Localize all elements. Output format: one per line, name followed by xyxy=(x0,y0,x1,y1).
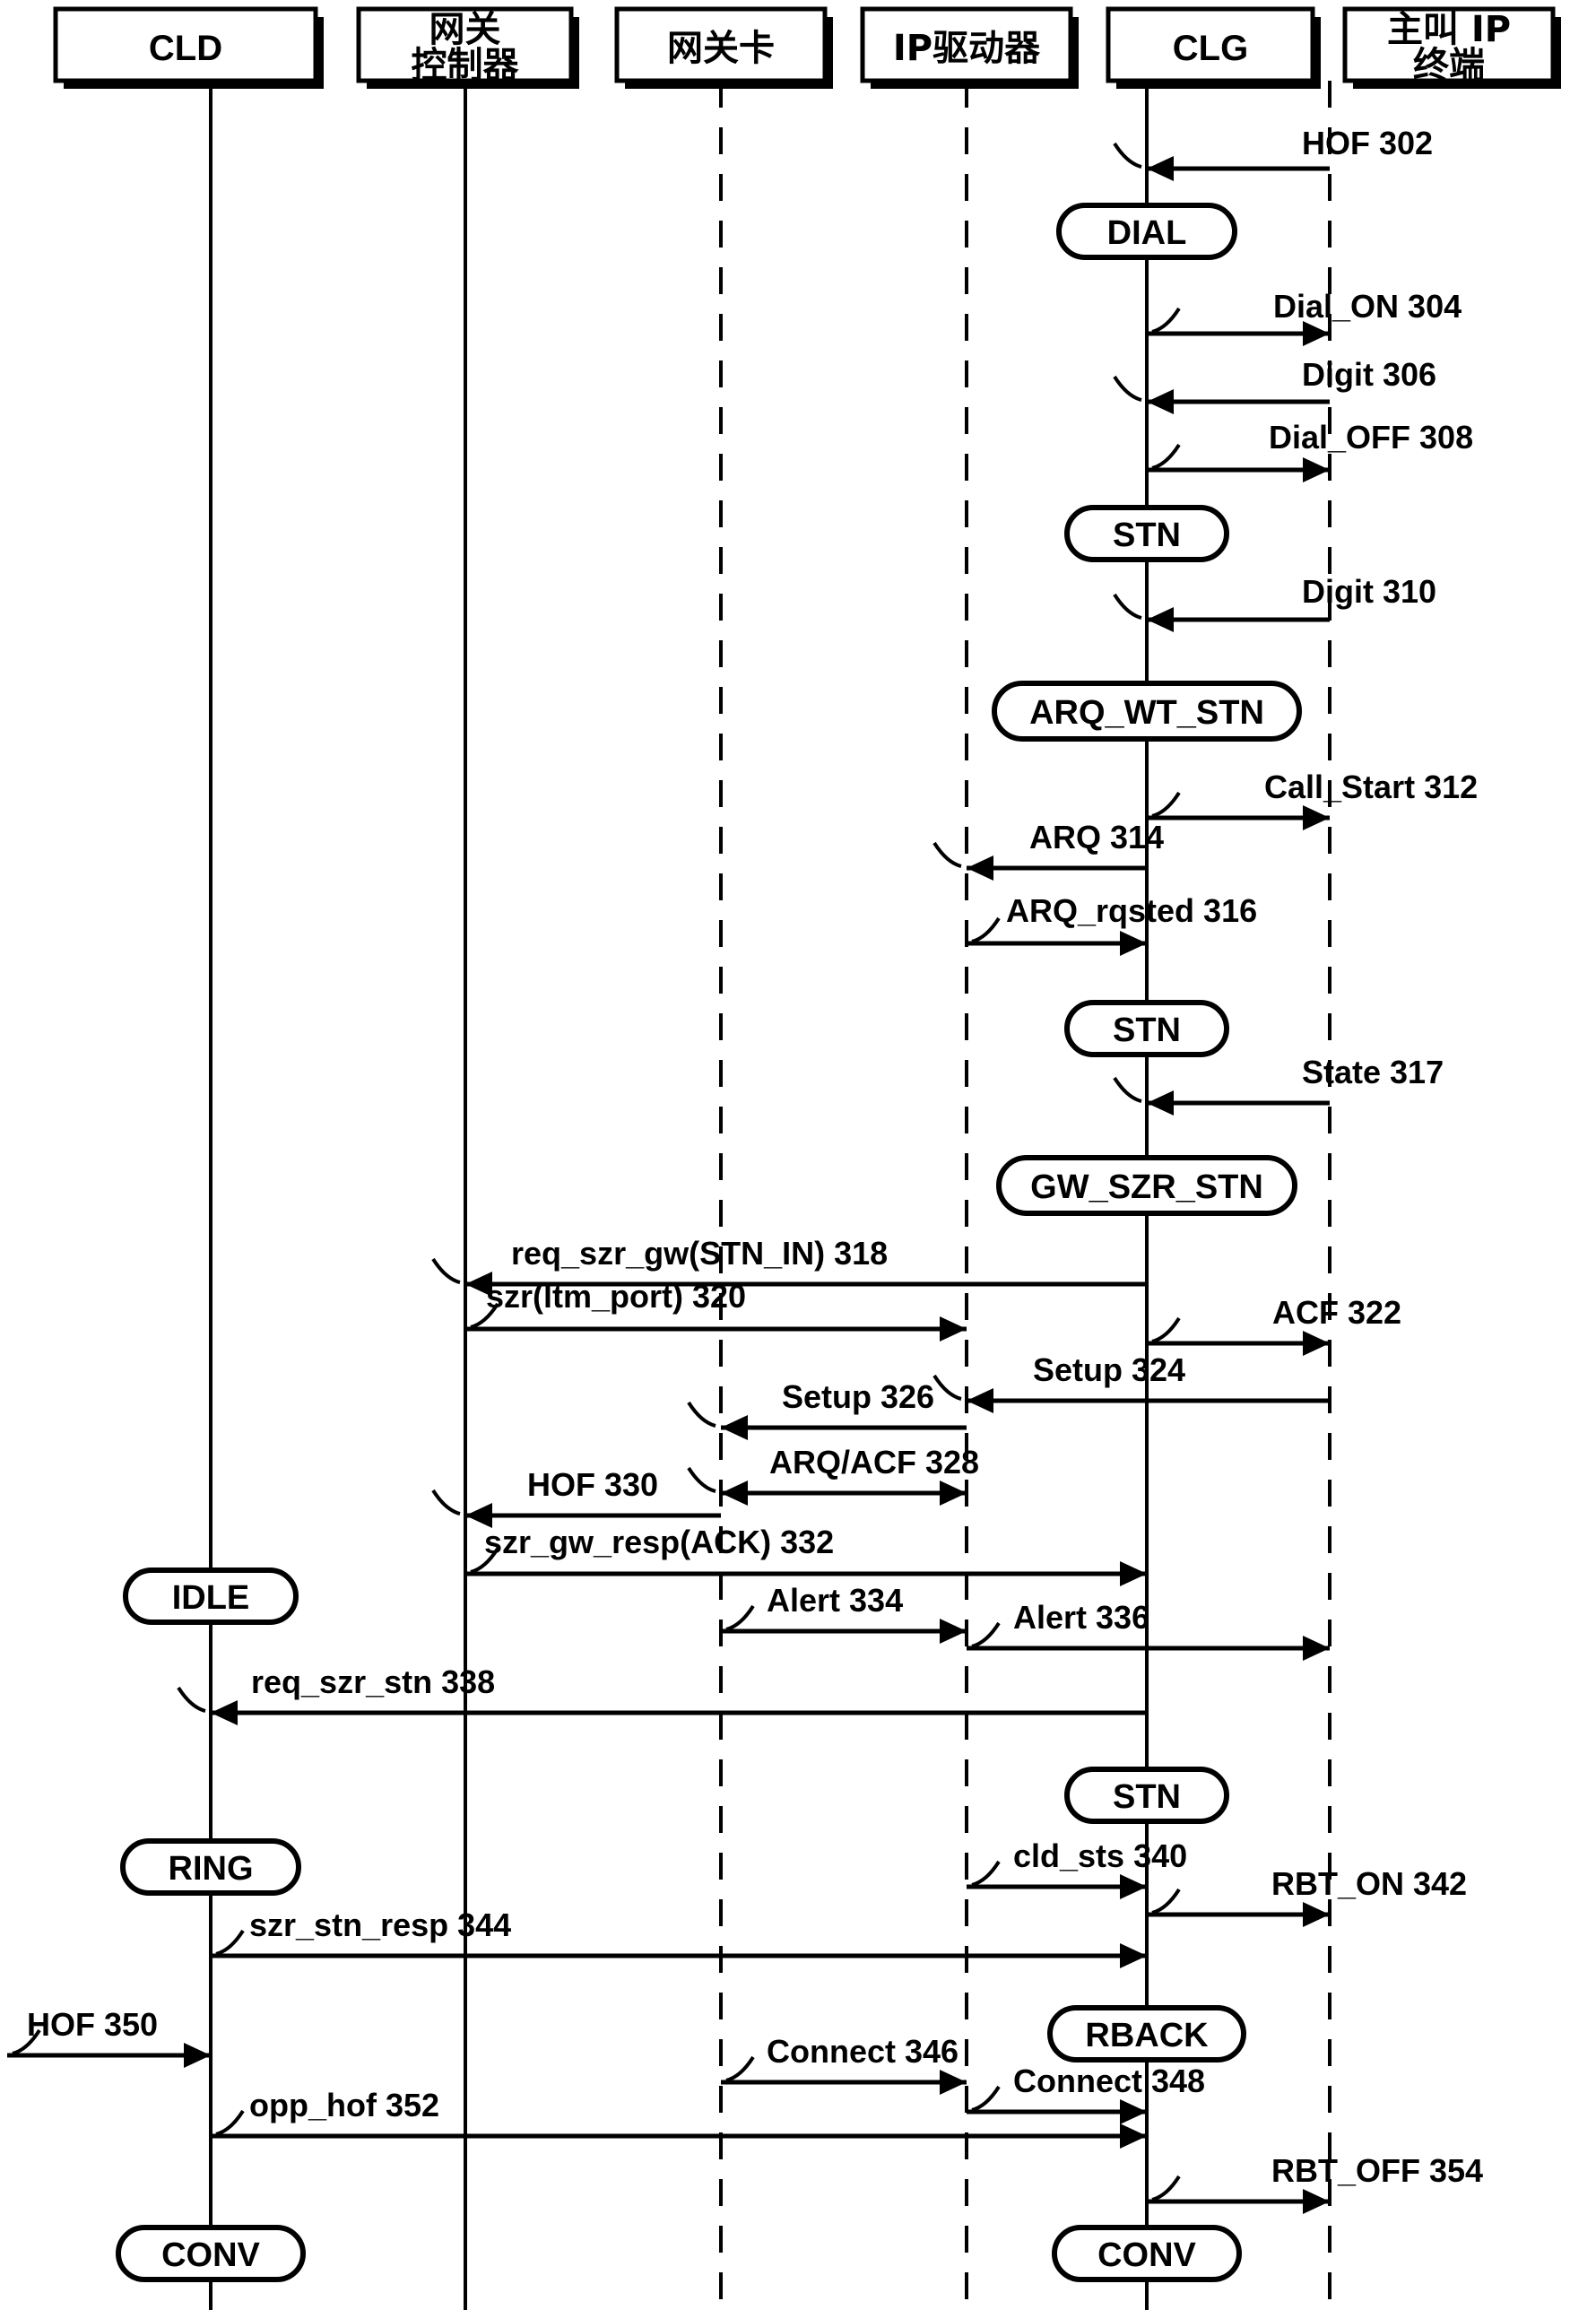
sequence-diagram-page: HOF 302 Dial_ON 304 Digit 306 Dial_OFF 308 D… xyxy=(0,0,1596,2310)
state-label-s_arqwt: ARQ_WT_STN xyxy=(1029,694,1264,732)
diagram-background xyxy=(0,0,1596,2310)
state-label-s_conv_clg: CONV xyxy=(1097,2236,1196,2274)
actor-label-cld: CLD xyxy=(149,29,222,68)
message-label-m324: Setup 324 xyxy=(1033,1351,1185,1388)
actor-header-ipterm: 主叫 IP终端 xyxy=(1342,6,1561,89)
message-label-m304: Dial_ON 304 xyxy=(1273,288,1462,325)
message-label-m302: HOF 302 xyxy=(1302,125,1433,161)
message-label-m328: ARQ/ACF 328 xyxy=(769,1444,979,1481)
state-label-s_rback: RBACK xyxy=(1085,2017,1209,2054)
state-s_dial: DIAL xyxy=(1056,203,1237,260)
message-label-m314: ARQ 314 xyxy=(1029,819,1164,855)
state-s_conv_cld: CONV xyxy=(116,2225,306,2282)
actor-label-gwcard: 网关卡 xyxy=(667,28,775,69)
message-label-m354: RBT_OFF 354 xyxy=(1271,2152,1483,2189)
message-label-m326: Setup 326 xyxy=(782,1378,934,1415)
message-label-m318: req_szr_gw(STN_IN) 318 xyxy=(511,1235,888,1272)
state-label-s_dial: DIAL xyxy=(1107,214,1187,252)
message-label-m346: Connect 346 xyxy=(767,2033,958,2070)
actor-header-clg: CLG xyxy=(1106,6,1321,89)
state-s_stn3: STN xyxy=(1064,1767,1229,1824)
sequence-diagram-canvas: HOF 302 Dial_ON 304 Digit 306 Dial_OFF 308 D… xyxy=(0,0,1596,2310)
state-label-s_idle: IDLE xyxy=(172,1579,250,1617)
actor-header-cld: CLD xyxy=(53,6,324,89)
message-label-m330: HOF 330 xyxy=(527,1466,658,1503)
actor-header-ipdrv: IP驱动器 xyxy=(860,6,1079,89)
message-label-m336: Alert 336 xyxy=(1013,1599,1149,1636)
actor-label-clg: CLG xyxy=(1173,29,1248,68)
message-label-m310: Digit 310 xyxy=(1302,573,1436,610)
message-label-m322: ACF 322 xyxy=(1272,1294,1401,1331)
message-label-m342: RBT_ON 342 xyxy=(1271,1865,1467,1902)
state-label-s_stn1: STN xyxy=(1113,517,1181,554)
actor-header-gwcard: 网关卡 xyxy=(614,6,833,89)
message-label-m350: HOF 350 xyxy=(27,2006,158,2043)
message-label-m338: req_szr_stn 338 xyxy=(251,1663,495,1700)
message-label-m332: szr_gw_resp(ACK) 332 xyxy=(484,1524,834,1560)
actor-header-gwctrl: 网关控制器 xyxy=(356,6,579,89)
state-label-s_stn3: STN xyxy=(1113,1778,1181,1816)
message-label-m317: State 317 xyxy=(1302,1054,1444,1090)
actor-label-ipdrv: IP驱动器 xyxy=(893,28,1041,69)
message-label-m340: cld_sts 340 xyxy=(1013,1837,1187,1874)
message-label-m306: Digit 306 xyxy=(1302,356,1436,393)
state-label-s_gwszr: GW_SZR_STN xyxy=(1030,1168,1263,1206)
state-label-s_conv_cld: CONV xyxy=(161,2236,260,2274)
message-label-m352: opp_hof 352 xyxy=(249,2087,439,2123)
actor-label2-gwctrl: 控制器 xyxy=(412,45,520,86)
state-s_rback: RBACK xyxy=(1047,2005,1246,2062)
message-label-m316: ARQ_rqsted 316 xyxy=(1006,892,1257,929)
state-s_arqwt: ARQ_WT_STN xyxy=(992,681,1302,742)
state-s_gwszr: GW_SZR_STN xyxy=(996,1155,1297,1216)
state-s_conv_clg: CONV xyxy=(1052,2225,1242,2282)
state-s_idle: IDLE xyxy=(123,1568,299,1625)
message-label-m334: Alert 334 xyxy=(767,1582,903,1619)
message-label-m312: Call_Start 312 xyxy=(1264,769,1478,805)
state-s_ring: RING xyxy=(120,1838,301,1896)
message-label-m320: szr(ltm_port) 320 xyxy=(486,1278,746,1315)
message-label-m348: Connect 348 xyxy=(1013,2062,1205,2099)
actor-label2-ipterm: 终端 xyxy=(1413,45,1485,86)
message-label-m344: szr_stn_resp 344 xyxy=(249,1906,511,1943)
state-s_stn1: STN xyxy=(1064,505,1229,562)
state-s_stn2: STN xyxy=(1064,1000,1229,1057)
message-label-m308: Dial_OFF 308 xyxy=(1269,419,1473,456)
state-label-s_ring: RING xyxy=(169,1850,254,1888)
state-label-s_stn2: STN xyxy=(1113,1012,1181,1049)
